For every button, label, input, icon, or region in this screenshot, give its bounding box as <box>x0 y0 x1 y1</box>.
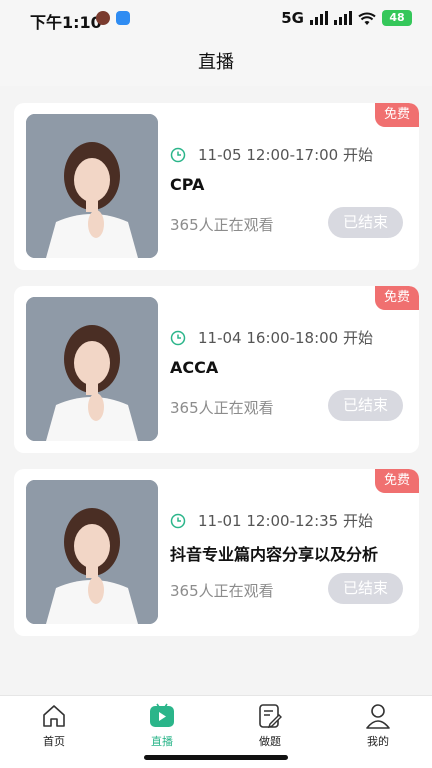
clock-icon <box>170 330 186 345</box>
wifi-icon <box>358 11 376 25</box>
home-indicator <box>144 755 288 760</box>
home-icon <box>43 705 65 727</box>
live-time: 11-04 16:00-18:00 开始 <box>198 329 373 347</box>
time-row: 11-05 12:00-17:00 开始 <box>170 144 373 165</box>
ended-button[interactable]: 已结束 <box>328 573 403 604</box>
app-notification-icon <box>96 11 110 25</box>
free-badge: 免费 <box>375 103 419 127</box>
lecturer-photo <box>26 297 158 441</box>
tab-profile[interactable]: 我的 <box>348 702 408 749</box>
status-bar: 下午1:10 5G 48 <box>0 0 432 40</box>
live-card[interactable]: 免费 11-01 12:00-12:35 开始 抖音专业篇内容分享以及分析 36… <box>14 469 419 636</box>
tab-home-label: 首页 <box>43 735 65 748</box>
notification-icons <box>96 11 130 25</box>
live-time: 11-01 12:00-12:35 开始 <box>198 512 373 530</box>
profile-icon <box>366 704 390 729</box>
tab-home[interactable]: 首页 <box>24 702 84 749</box>
practice-icon <box>259 704 282 729</box>
time-row: 11-01 12:00-12:35 开始 <box>170 510 373 531</box>
page-header: 直播 <box>0 40 432 86</box>
clock-icon <box>170 513 186 528</box>
course-title: CPA <box>170 175 205 194</box>
time-row: 11-04 16:00-18:00 开始 <box>170 327 373 348</box>
live-icon <box>150 703 174 727</box>
free-badge: 免费 <box>375 469 419 493</box>
tab-profile-label: 我的 <box>367 735 389 748</box>
live-card[interactable]: 免费 11-04 16:00-18:00 开始 ACCA 365人正在观看 已结… <box>14 286 419 453</box>
page-title: 直播 <box>198 52 234 73</box>
status-time: 下午1:10 <box>30 13 102 32</box>
status-indicators: 5G 48 <box>281 9 412 27</box>
clock-icon <box>170 147 186 162</box>
ended-button[interactable]: 已结束 <box>328 207 403 238</box>
ended-button[interactable]: 已结束 <box>328 390 403 421</box>
lecturer-photo <box>26 480 158 624</box>
network-type: 5G <box>281 9 304 27</box>
tab-practice-label: 做题 <box>259 735 281 748</box>
lecturer-photo <box>26 114 158 258</box>
live-time: 11-05 12:00-17:00 开始 <box>198 146 373 164</box>
tab-live-label: 直播 <box>151 735 173 748</box>
course-title: 抖音专业篇内容分享以及分析 <box>170 545 379 564</box>
tab-practice[interactable]: 做题 <box>240 702 300 749</box>
mail-notification-icon <box>116 11 130 25</box>
free-badge: 免费 <box>375 286 419 310</box>
viewer-count: 365人正在观看 <box>170 216 274 234</box>
tab-live[interactable]: 直播 <box>132 702 192 749</box>
course-title: ACCA <box>170 358 219 377</box>
viewer-count: 365人正在观看 <box>170 582 274 600</box>
live-card[interactable]: 免费 11-05 12:00-17:00 开始 CPA 365人正在观看 已结束 <box>14 103 419 270</box>
signal-icon-2 <box>334 11 352 25</box>
viewer-count: 365人正在观看 <box>170 399 274 417</box>
battery-icon: 48 <box>382 10 412 26</box>
signal-icon <box>310 11 328 25</box>
